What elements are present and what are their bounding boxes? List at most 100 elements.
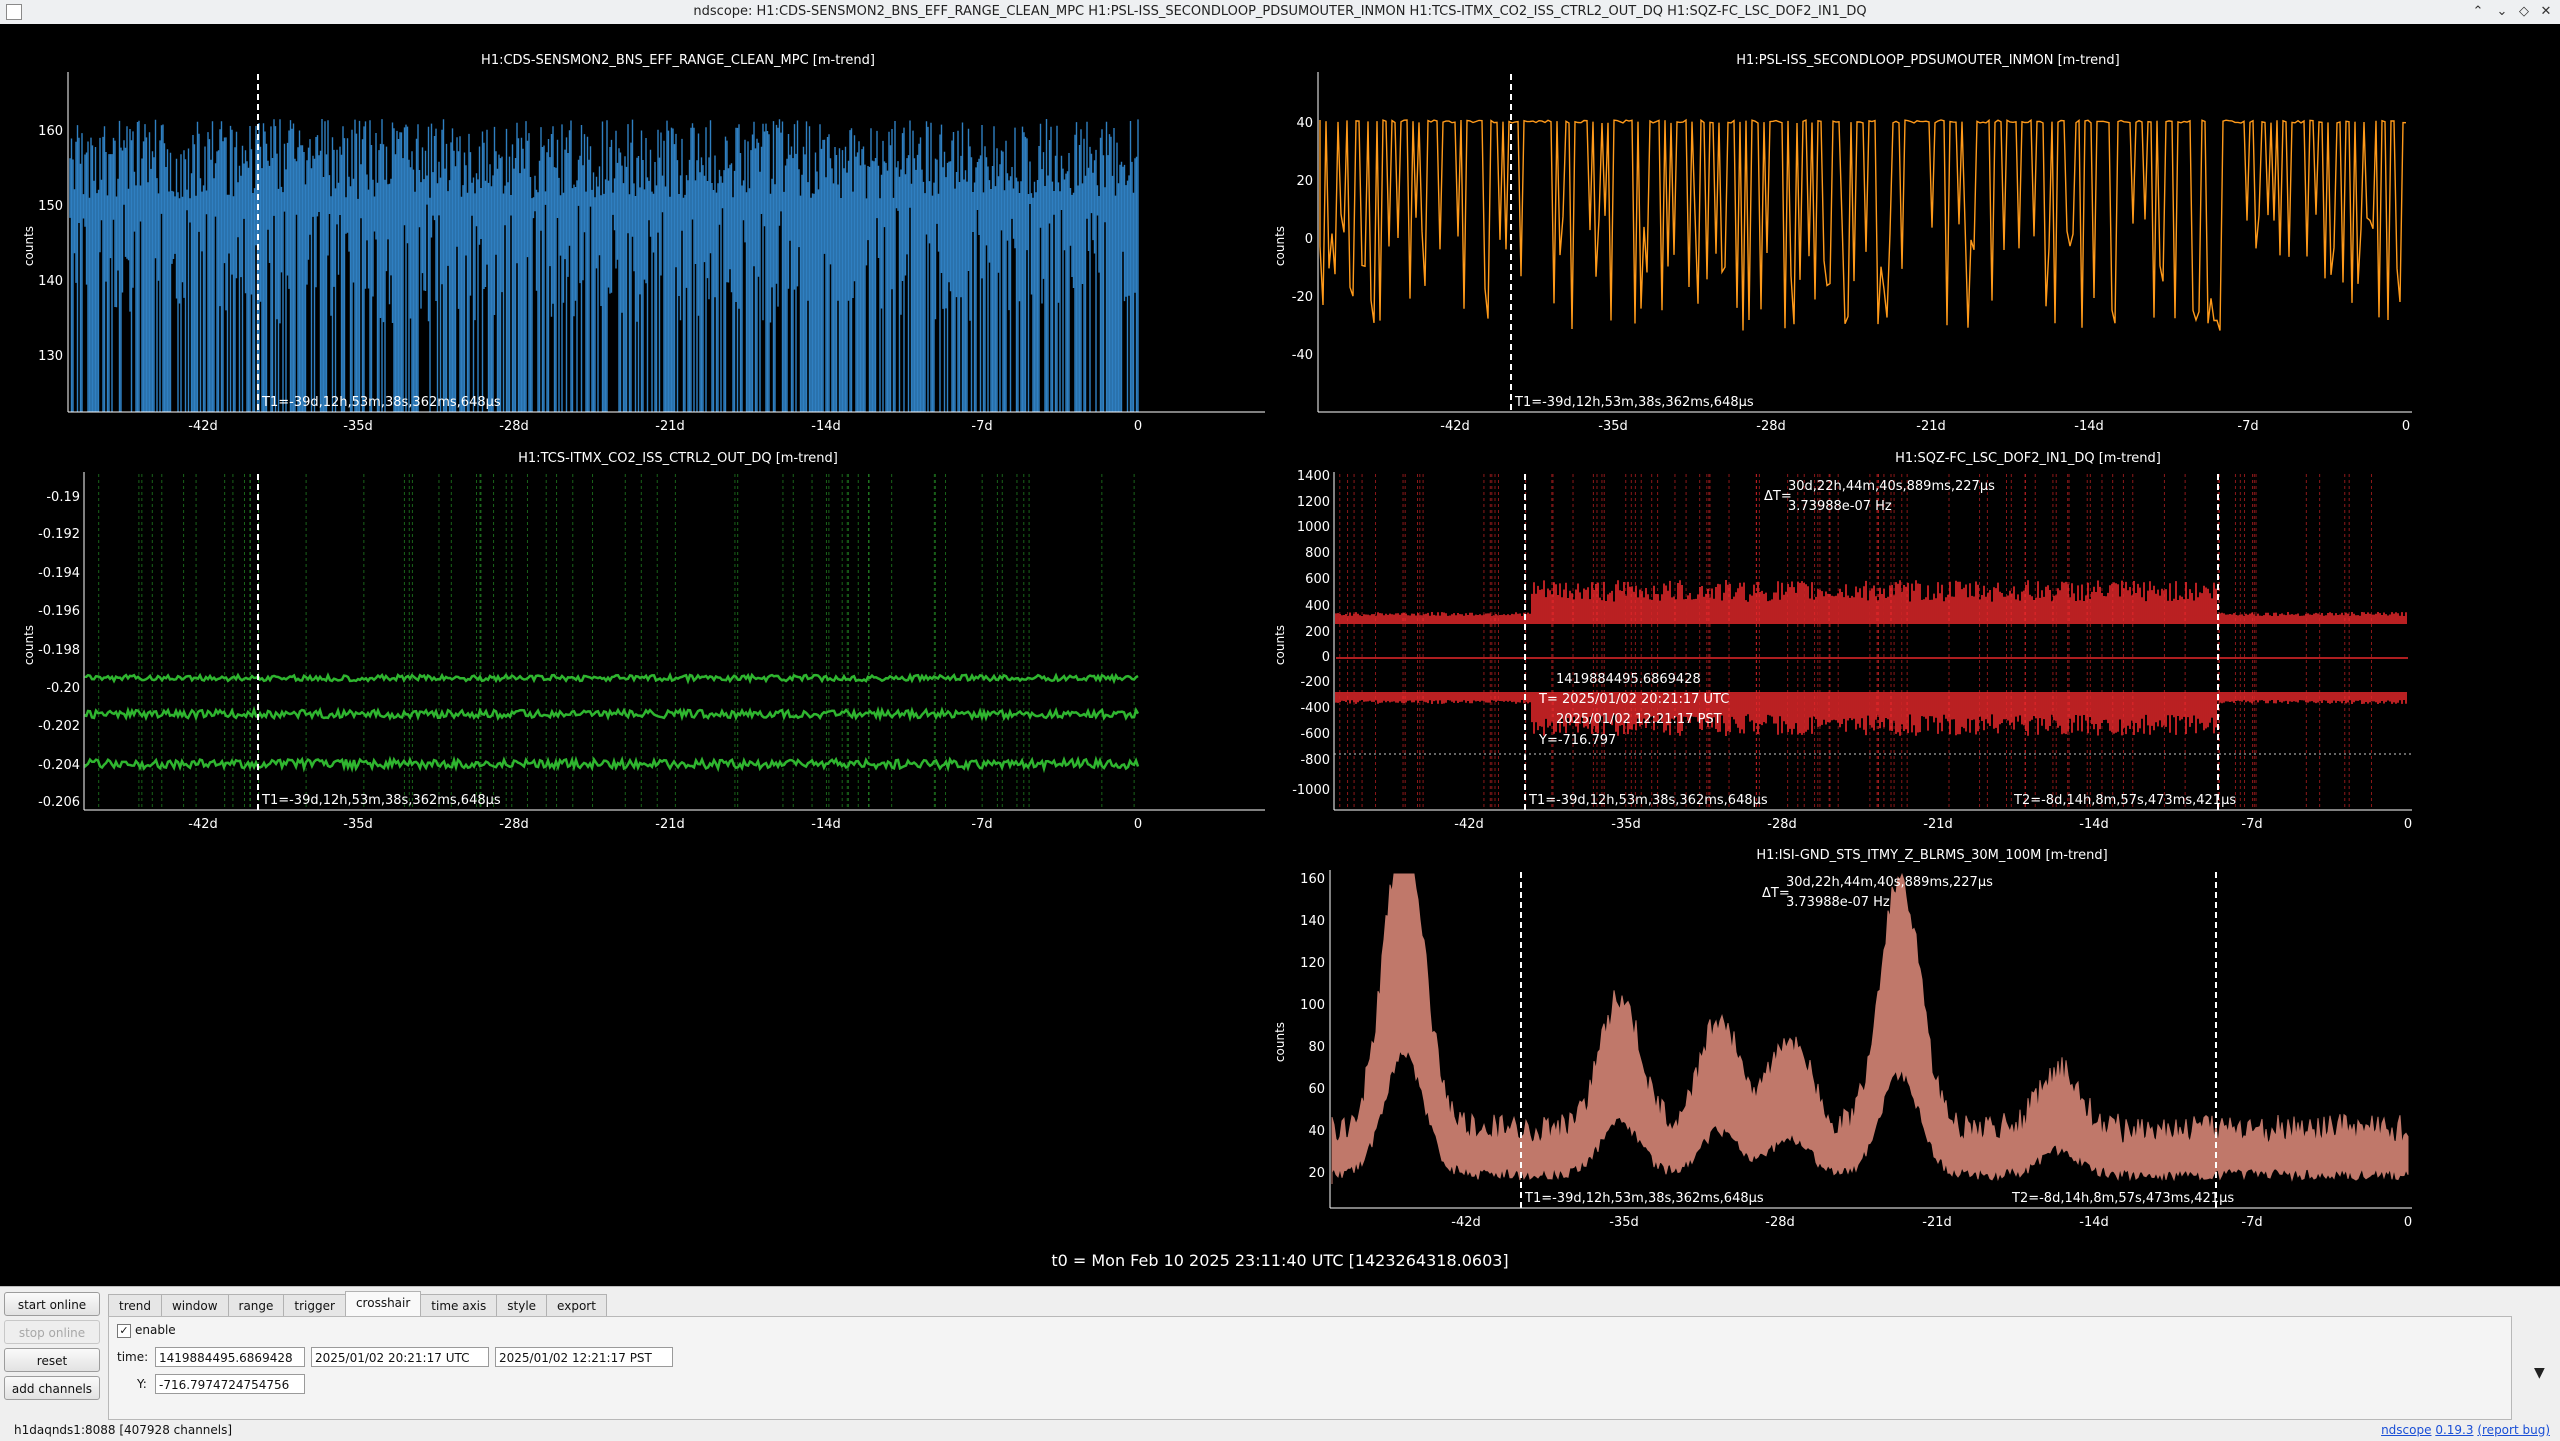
x-tick-label: -35d [343,419,373,434]
x-tick-label: -14d [811,817,841,832]
y-tick-label: 40 [1296,116,1313,131]
plot-sqz-fc[interactable]: H1:SQZ-FC_LSC_DOF2_IN1_DQ [m-trend] coun… [1273,451,2412,832]
y-tick-label: -800 [1300,753,1330,768]
x-tick-label: -42d [188,817,218,832]
data-trace [1331,872,2409,1184]
y-tick-label: -0.20 [46,681,80,696]
data-trace [1335,474,2408,810]
x-tick-label: -28d [499,419,529,434]
y-tick-label: 130 [38,349,63,364]
y-tick-label: 600 [1305,572,1330,587]
time-pst-input[interactable]: 2025/01/02 12:21:17 PST [495,1347,673,1367]
y-label: Y: [137,1377,147,1391]
y-tick-label: 80 [1308,1040,1325,1055]
x-tick-label: -28d [499,817,529,832]
cursor-t1-label: T1=-39d,12h,53m,38s,362ms,648µs [261,395,501,410]
y-tick-label: -200 [1300,675,1330,690]
time-utc-input[interactable]: 2025/01/02 20:21:17 UTC [311,1347,489,1367]
stop-online-button[interactable]: stop online [4,1320,100,1344]
x-tick-label: -7d [2237,419,2258,434]
version-link[interactable]: 0.19.3 [2435,1423,2473,1437]
y-tick-label: -0.196 [38,604,80,619]
close-button[interactable]: ✕ [2536,2,2556,22]
y-axis-label: counts [1273,226,1287,266]
enable-checkbox[interactable]: ✓ enable [117,1323,176,1338]
y-tick-label: -0.192 [38,527,80,542]
y-tick-label: 160 [38,124,63,139]
tab-trigger[interactable]: trigger [283,1294,346,1318]
y-tick-label: 160 [1300,872,1325,887]
x-tick-label: -21d [655,419,685,434]
y-tick-label: -1000 [1292,783,1330,798]
y-tick-label: 100 [1300,998,1325,1013]
tab-export[interactable]: export [546,1294,607,1318]
y-tick-label: -40 [1292,348,1313,363]
y-axis-label: counts [1273,1022,1287,1062]
y-tick-label: -0.204 [38,758,80,773]
crosshair-gps: 1419884495.6869428 [1556,672,1701,687]
cursor-t1-label: T1=-39d,12h,53m,38s,362ms,648µs [261,793,501,808]
y-tick-label: -20 [1292,290,1313,305]
data-trace [1319,118,2407,331]
tab-crosshair[interactable]: crosshair [344,1291,422,1318]
checkbox-check[interactable]: ✓ [117,1323,131,1338]
crosshair-panel: ✓ enable time: 1419884495.6869428 2025/01… [108,1316,2512,1420]
plot-title: H1:ISI-GND_STS_ITMY_Z_BLRMS_30M_100M [m-… [1756,848,2107,863]
control-panel: start online stop online reset add chann… [0,1286,2560,1441]
time-gps-input[interactable]: 1419884495.6869428 [155,1347,305,1367]
crosshair-pst: 2025/01/02 12:21:17 PST [1556,712,1722,727]
y-tick-label: 0 [1322,650,1330,665]
y-tick-label: 140 [38,274,63,289]
window-titlebar: ndscope: H1:CDS-SENSMON2_BNS_EFF_RANGE_C… [0,0,2560,25]
y-tick-label: -0.206 [38,795,80,810]
x-tick-label: -28d [1767,817,1797,832]
plot-bns-range[interactable]: H1:CDS-SENSMON2_BNS_EFF_RANGE_CLEAN_MPC … [22,53,1265,434]
plot-title: H1:TCS-ITMX_CO2_ISS_CTRL2_OUT_DQ [m-tren… [518,451,838,466]
y-tick-label: 400 [1305,599,1330,614]
plot-area[interactable]: H1:CDS-SENSMON2_BNS_EFF_RANGE_CLEAN_MPC … [0,24,2560,1286]
y-tick-label: 150 [38,199,63,214]
y-tick-label: 40 [1308,1124,1325,1139]
y-tick-label: -0.194 [38,566,80,581]
t0-label: t0 = Mon Feb 10 2025 23:11:40 UTC [14232… [1051,1251,1508,1270]
y-tick-label: -0.19 [46,490,80,505]
y-tick-label: 120 [1300,956,1325,971]
y-tick-label: -0.202 [38,719,80,734]
minimize-button[interactable]: ⌄ [2492,2,2512,22]
delta-t-value: 30d,22h,44m,40s,889ms,227µs [1786,875,1993,890]
expand-arrow-icon[interactable]: ▼ [2534,1365,2545,1381]
y-tick-label: 20 [1296,174,1313,189]
x-tick-label: -7d [971,817,992,832]
y-tick-label: -600 [1300,727,1330,742]
delta-freq-value: 3.73988e-07 Hz [1788,499,1892,514]
plot-isi-gnd[interactable]: H1:ISI-GND_STS_ITMY_Z_BLRMS_30M_100M [m-… [1273,848,2412,1230]
y-tick-label: 0 [1305,232,1313,247]
x-tick-label: -35d [1611,817,1641,832]
tab-time-axis[interactable]: time axis [420,1294,498,1318]
shade-button[interactable]: ⌃ [2468,2,2488,22]
x-tick-label: -14d [2074,419,2104,434]
app-name-link[interactable]: ndscope [2381,1423,2431,1437]
start-online-button[interactable]: start online [4,1292,100,1316]
plot-tcs-itmx[interactable]: H1:TCS-ITMX_CO2_ISS_CTRL2_OUT_DQ [m-tren… [22,451,1265,832]
settings-tabs: trend window range trigger crosshair time axi… [108,1291,607,1318]
tab-range[interactable]: range [227,1294,285,1318]
maximize-button[interactable]: ◇ [2514,2,2534,22]
x-tick-label: -7d [2241,1215,2262,1230]
x-tick-label: 0 [2404,817,2412,832]
version-info: ndscope 0.19.3 (report bug) [2381,1423,2550,1437]
y-value-input[interactable]: -716.7974724754756 [155,1374,305,1394]
plot-psl-iss[interactable]: H1:PSL-ISS_SECONDLOOP_PDSUMOUTER_INMON [… [1273,53,2412,434]
add-channels-button[interactable]: add channels [4,1376,100,1400]
plot-title: H1:SQZ-FC_LSC_DOF2_IN1_DQ [m-trend] [1895,451,2161,466]
tab-style[interactable]: style [496,1294,548,1318]
plots-canvas[interactable]: H1:CDS-SENSMON2_BNS_EFF_RANGE_CLEAN_MPC … [0,24,2560,1286]
x-tick-label: -14d [811,419,841,434]
tab-window[interactable]: window [160,1294,229,1318]
tab-trend[interactable]: trend [108,1294,162,1318]
report-bug-link[interactable]: (report bug) [2477,1423,2550,1437]
plot-title: H1:PSL-ISS_SECONDLOOP_PDSUMOUTER_INMON [… [1736,53,2119,68]
data-trace [84,474,1140,810]
reset-button[interactable]: reset [4,1348,100,1372]
cursor-t1-label: T1=-39d,12h,53m,38s,362ms,648µs [1528,793,1768,808]
